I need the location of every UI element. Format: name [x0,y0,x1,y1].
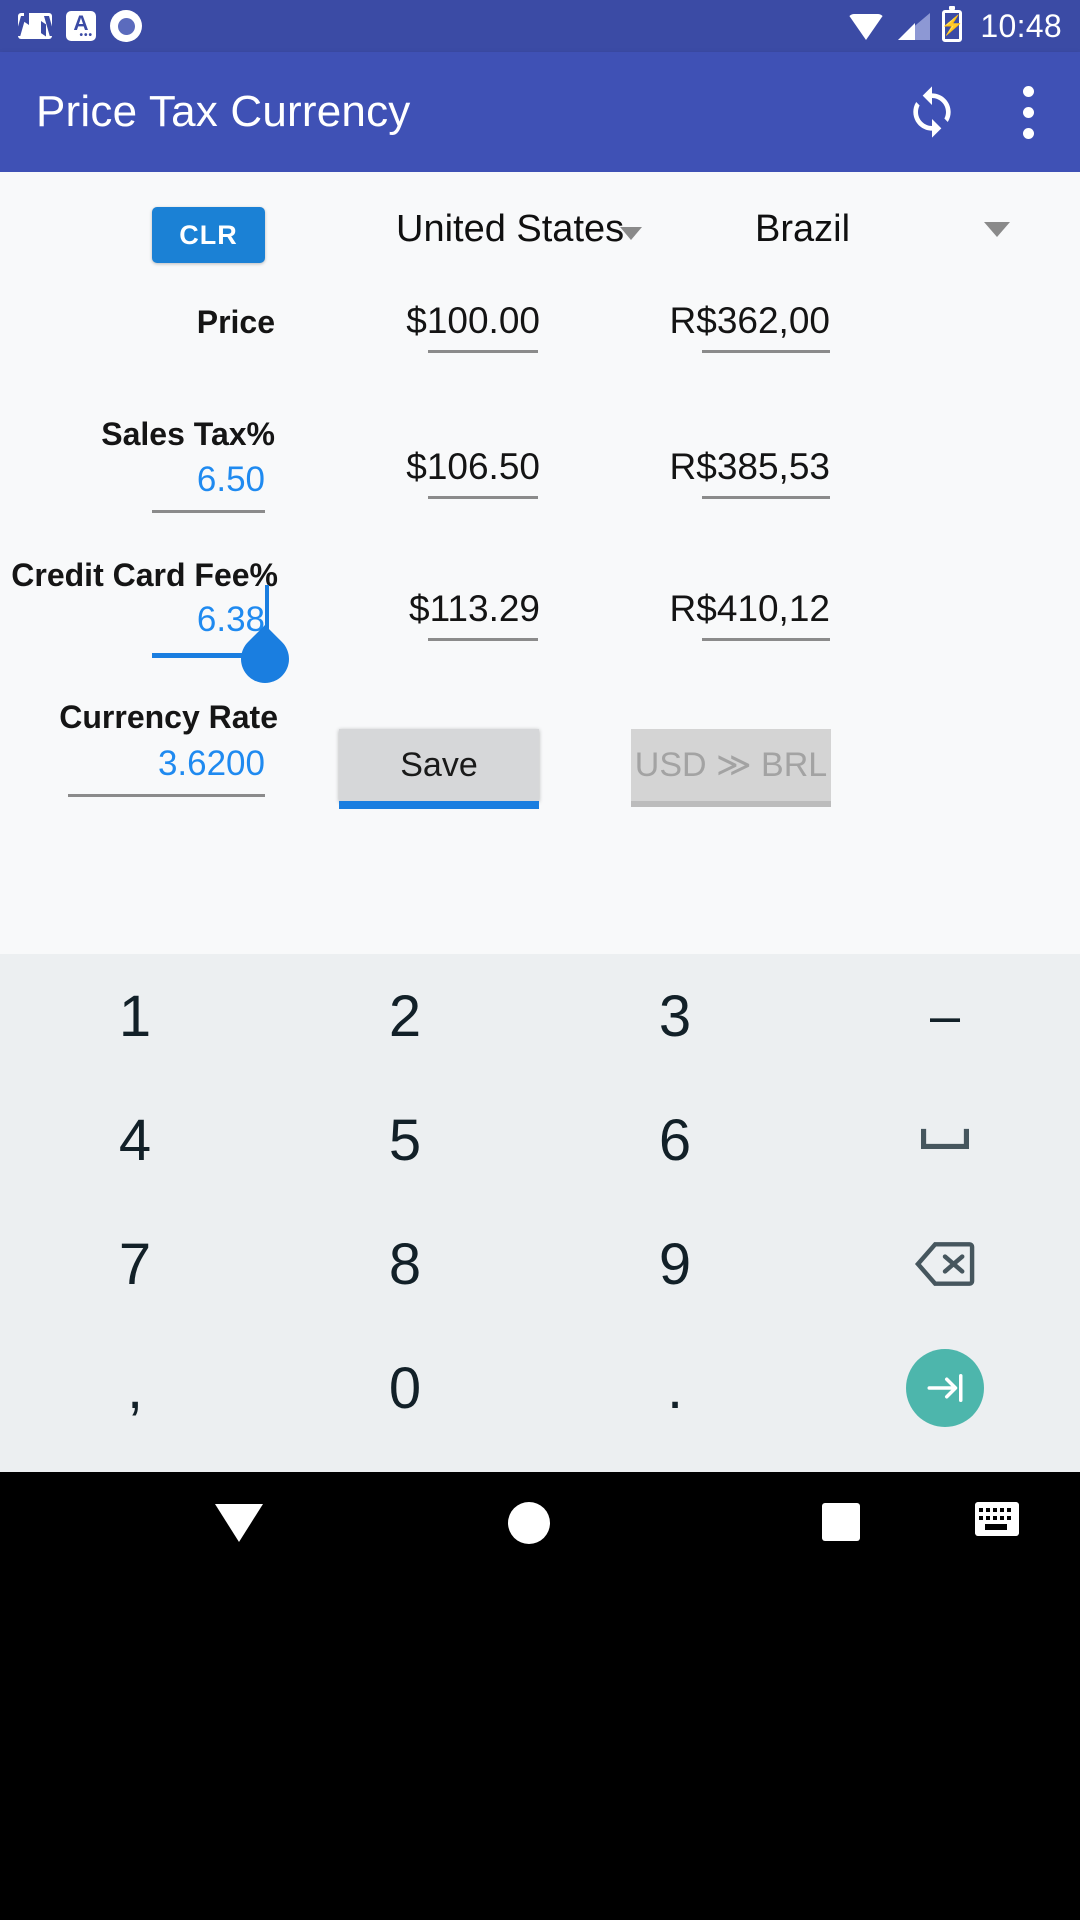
battery-charging-icon: ⚡ [941,6,964,42]
save-button-label: Save [400,745,478,784]
numeric-keyboard: 1 2 3 – 4 5 6 7 8 9 , 0 . [0,954,1080,1472]
save-button[interactable]: Save [339,729,539,809]
sales-tax-target-value[interactable]: R$385,53 [580,446,830,488]
keyboard-row-2: 4 5 6 [0,1078,1080,1202]
cell-signal-icon [896,12,931,40]
sync-icon[interactable] [904,84,960,140]
key-3[interactable]: 3 [540,954,810,1078]
key-5[interactable]: 5 [270,1078,540,1202]
convert-button-underline [631,801,831,807]
credit-card-fee-source-underline [428,638,538,641]
sales-tax-source-value[interactable]: $106.50 [300,446,540,488]
key-minus[interactable]: – [810,954,1080,1078]
keyboard-row-3: 7 8 9 [0,1202,1080,1326]
record-dot-icon [110,10,142,42]
key-9[interactable]: 9 [540,1202,810,1326]
source-country-label: United States [396,208,625,250]
source-country-dropdown[interactable]: United States [396,208,643,251]
page-title: Price Tax Currency [36,87,411,136]
row-label-price: Price [196,304,275,340]
chevron-down-icon [620,227,643,240]
keyboard-row-4: , 0 . [0,1326,1080,1450]
key-4[interactable]: 4 [0,1078,270,1202]
recents-icon[interactable] [822,1503,860,1541]
price-target-underline [702,350,830,353]
key-backspace[interactable] [810,1202,1080,1326]
home-icon[interactable] [508,1502,550,1544]
sales-tax-source-underline [428,496,538,499]
clear-button[interactable]: CLR [152,207,265,263]
main-content: CLR United States Brazil Price $100.00 R… [0,172,1080,954]
row-label-sales-tax: Sales Tax% [101,416,275,452]
more-options-icon[interactable] [1012,80,1044,145]
a-app-icon: A ••• [66,11,96,41]
gmail-icon [18,13,52,39]
backspace-icon [914,1242,975,1286]
back-icon[interactable] [215,1504,263,1542]
tab-next-icon [927,1374,963,1402]
system-nav-bar [0,1472,1080,1920]
nav-bar-row [0,1472,1080,1568]
key-period[interactable]: . [540,1326,810,1450]
key-1[interactable]: 1 [0,954,270,1078]
phone-screen: A ••• ⚡ 10:48 Price Tax Currency CLR Uni… [0,0,1080,1920]
space-bar-icon [921,1128,969,1149]
app-bar: Price Tax Currency [0,52,1080,172]
convert-currency-button-label: USD ≫ BRL [634,746,828,784]
keyboard-row-1: 1 2 3 – [0,954,1080,1078]
keyboard-switch-icon[interactable] [975,1502,1019,1536]
keyboard-glyph [975,1502,1019,1536]
currency-rate-underline [68,794,265,797]
convert-currency-button[interactable]: USD ≫ BRL [631,729,831,807]
price-source-underline [428,350,538,353]
key-2[interactable]: 2 [270,954,540,1078]
currency-rate-input[interactable]: 3.6200 [0,744,265,784]
key-comma[interactable]: , [0,1326,270,1450]
status-bar-clock: 10:48 [980,7,1062,44]
credit-card-fee-target-underline [702,638,830,641]
app-bar-actions [904,80,1044,145]
key-enter[interactable] [810,1326,1080,1450]
status-bar-system: ⚡ 10:48 [848,6,1062,45]
key-space[interactable] [810,1078,1080,1202]
sales-tax-target-underline [702,496,830,499]
save-button-focus-underline [339,801,539,809]
key-7[interactable]: 7 [0,1202,270,1326]
price-source-value[interactable]: $100.00 [300,300,540,342]
enter-key-circle[interactable] [906,1349,984,1427]
sales-tax-underline [152,510,265,513]
status-bar-notifications: A ••• [18,10,142,42]
credit-card-fee-target-value[interactable]: R$410,12 [580,588,830,630]
price-target-value[interactable]: R$362,00 [580,300,830,342]
key-8[interactable]: 8 [270,1202,540,1326]
chevron-down-icon [984,222,1010,237]
target-country-dropdown[interactable]: Brazil [755,208,1010,251]
row-label-currency-rate: Currency Rate [59,699,278,735]
key-6[interactable]: 6 [540,1078,810,1202]
status-bar: A ••• ⚡ 10:48 [0,0,1080,52]
sales-tax-input[interactable]: 6.50 [0,460,265,500]
credit-card-fee-source-value[interactable]: $113.29 [300,588,540,630]
row-label-credit-card-fee: Credit Card Fee% [11,557,278,593]
wifi-icon [848,12,885,40]
credit-card-fee-input[interactable]: 6.38 [0,600,265,640]
key-0[interactable]: 0 [270,1326,540,1450]
target-country-label: Brazil [755,208,851,250]
